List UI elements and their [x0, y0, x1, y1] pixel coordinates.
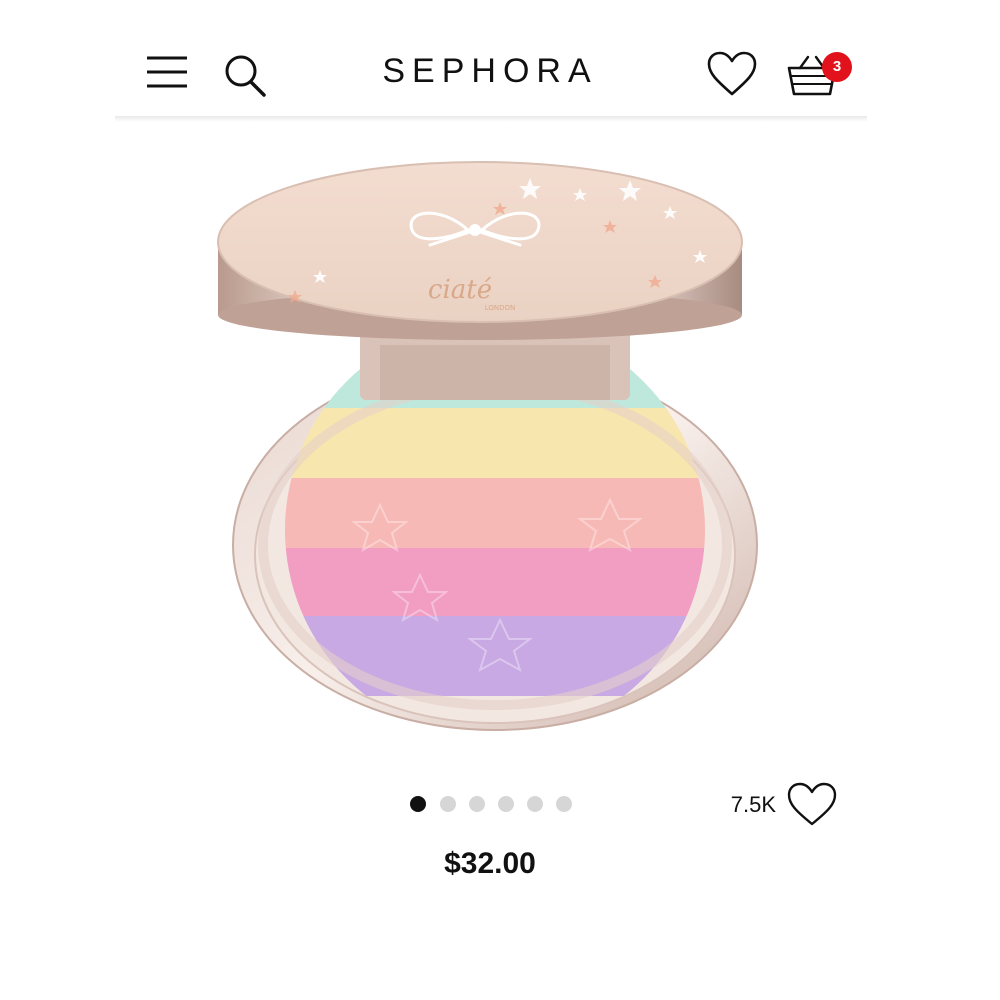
- sephora-logo[interactable]: SEPHORA: [340, 52, 640, 91]
- basket-count-badge: 3: [822, 52, 852, 82]
- product-price: $32.00: [444, 847, 536, 880]
- love-heart-icon[interactable]: [786, 782, 838, 828]
- carousel-dot[interactable]: [440, 796, 456, 812]
- menu-icon[interactable]: [143, 52, 191, 92]
- carousel-dot[interactable]: [498, 796, 514, 812]
- lid-brand-sub: LONDON: [485, 304, 516, 312]
- search-icon[interactable]: [222, 52, 270, 98]
- carousel-dot[interactable]: [527, 796, 543, 812]
- carousel-dot[interactable]: [469, 796, 485, 812]
- carousel-dot[interactable]: [410, 796, 426, 812]
- carousel-dot[interactable]: [556, 796, 572, 812]
- lid-brand-script: ciaté: [428, 275, 492, 305]
- heart-icon[interactable]: [706, 50, 758, 98]
- product-image[interactable]: ciaté LONDON: [200, 150, 780, 740]
- nav-divider: [115, 116, 867, 122]
- loves-count: 7.5K: [730, 792, 776, 817]
